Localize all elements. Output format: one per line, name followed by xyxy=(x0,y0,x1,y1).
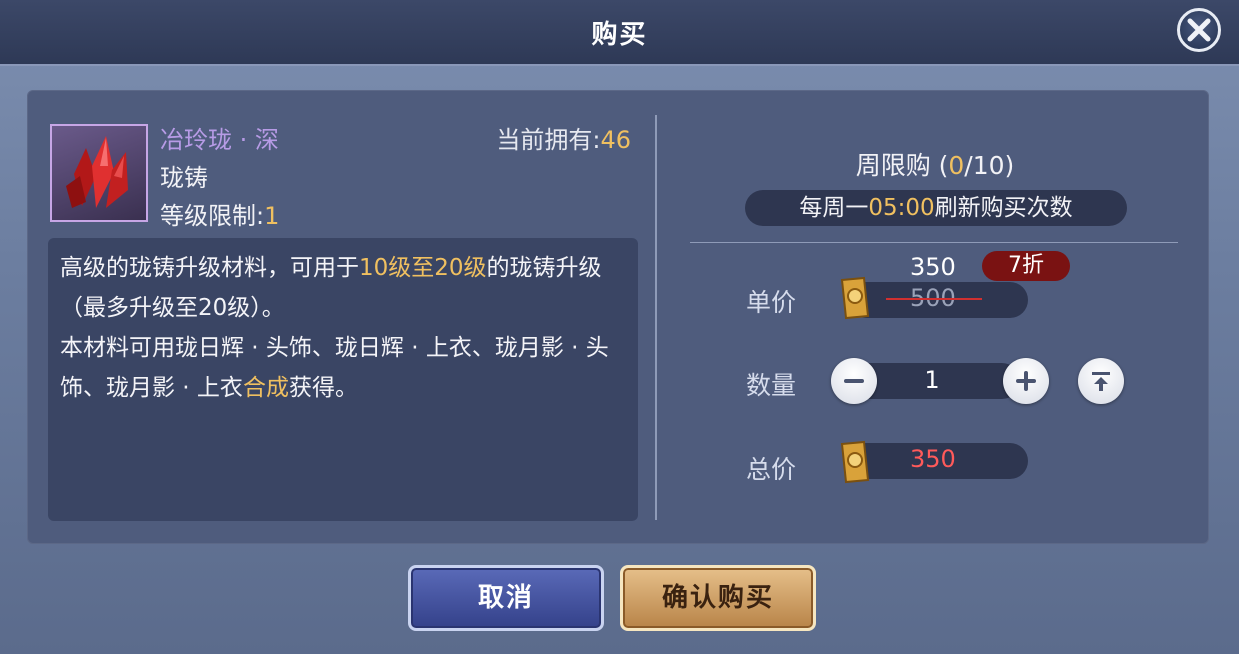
total-price: 350 xyxy=(910,445,956,473)
desc-highlight: 10级至20级 xyxy=(359,255,487,281)
minus-icon xyxy=(844,379,864,383)
weekly-bought: 0 xyxy=(948,151,965,180)
weekly-label: 周限购 ( xyxy=(855,151,949,180)
red-crystal-icon xyxy=(66,136,128,208)
dialog-header: 购买 xyxy=(0,0,1239,66)
refresh-text: 刷新购买次数 xyxy=(934,195,1073,221)
desc-text: 获得。 xyxy=(288,375,358,401)
refresh-time: 05:00 xyxy=(868,195,935,221)
owned-count: 当前拥有:46 xyxy=(496,120,631,155)
max-icon xyxy=(1092,372,1110,391)
panel-divider xyxy=(655,115,657,520)
desc-paragraph-2: 本材料可用珑日辉 · 头饰、珑日辉 · 上衣、珑月影 · 头饰、珑月影 · 上衣… xyxy=(60,328,630,408)
decrease-button[interactable] xyxy=(831,358,877,404)
level-value: 1 xyxy=(264,202,280,230)
max-quantity-button[interactable] xyxy=(1078,358,1124,404)
item-name: 冶玲珑 · 深 xyxy=(160,126,279,154)
desc-paragraph-1: 高级的珑铸升级材料，可用于10级至20级的珑铸升级（最多升级至20级）。 xyxy=(60,248,630,328)
gold-ticket-icon xyxy=(836,440,870,484)
plus-icon xyxy=(1016,371,1036,391)
owned-label: 当前拥有: xyxy=(496,126,601,154)
close-button[interactable] xyxy=(1177,8,1221,52)
dialog-title: 购买 xyxy=(591,20,648,50)
desc-text: 高级的珑铸升级材料，可用于 xyxy=(60,255,359,281)
discount-badge: 7折 xyxy=(982,251,1070,281)
item-icon-frame xyxy=(50,124,148,222)
quantity-label: 数量 xyxy=(746,371,797,400)
item-type: 珑铸 xyxy=(160,164,208,192)
weekly-limit: 周限购 (0/10) xyxy=(690,146,1180,182)
level-label: 等级限制: xyxy=(160,202,265,230)
increase-button[interactable] xyxy=(1003,358,1049,404)
price-strikethrough xyxy=(886,298,982,300)
gold-ticket-icon xyxy=(836,276,870,320)
total-price-label: 总价 xyxy=(746,455,797,484)
cancel-button[interactable]: 取消 xyxy=(408,565,604,631)
confirm-purchase-button[interactable]: 确认购买 xyxy=(620,565,816,631)
refresh-text: 每周一 xyxy=(799,195,869,221)
desc-highlight: 合成 xyxy=(242,375,289,401)
unit-price: 350 xyxy=(910,253,956,281)
refresh-info: 每周一05:00刷新购买次数 xyxy=(745,190,1127,226)
owned-value: 46 xyxy=(600,126,631,154)
item-description: 高级的珑铸升级材料，可用于10级至20级的珑铸升级（最多升级至20级）。 本材料… xyxy=(60,248,630,408)
section-divider xyxy=(690,242,1178,243)
close-icon xyxy=(1187,18,1211,42)
item-level-limit: 等级限制:1 xyxy=(160,196,279,231)
unit-price-label: 单价 xyxy=(746,288,797,317)
quantity-value: 1 xyxy=(924,366,940,394)
weekly-total: /10) xyxy=(964,151,1015,180)
